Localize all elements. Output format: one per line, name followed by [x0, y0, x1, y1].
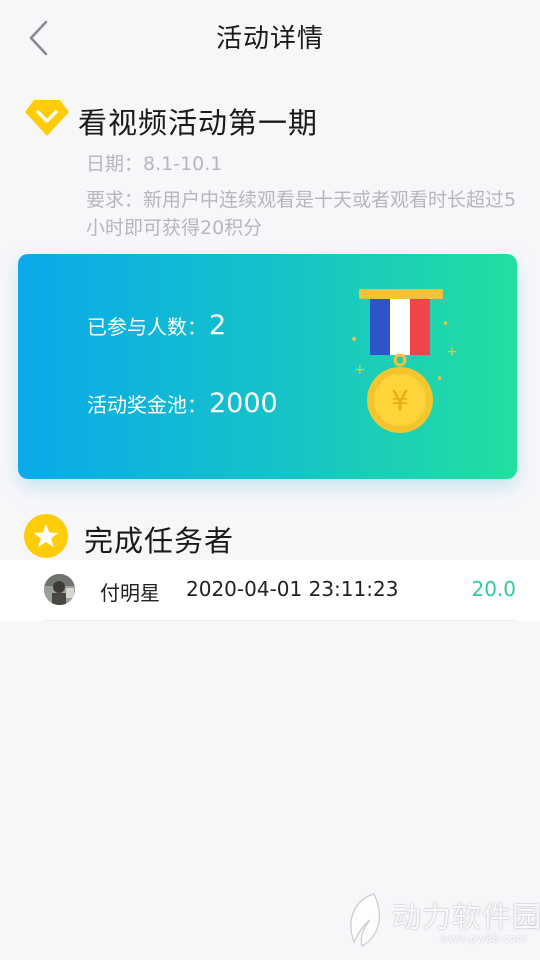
watermark-url: www.pw88.com — [440, 932, 527, 945]
finisher-name: 付明星 — [100, 581, 160, 605]
svg-text:+: + — [354, 362, 366, 378]
activity-title: 看视频活动第一期 — [78, 106, 319, 140]
yuan-symbol: ¥ — [391, 384, 409, 417]
finishers-title: 完成任务者 — [84, 524, 235, 558]
svg-text:+: + — [446, 344, 458, 360]
activity-date: 日期：8.1-10.1 — [86, 153, 223, 175]
page-title: 活动详情 — [215, 24, 324, 54]
medal-yuan-icon: ¥ • + • + • — [350, 289, 458, 433]
prize-pool-label: 活动奖金池： — [87, 393, 207, 417]
finishers-list: 付明星 2020-04-01 23:11:23 20.0 — [0, 560, 540, 621]
finisher-time: 2020-04-01 23:11:23 — [186, 577, 399, 601]
finisher-score: 20.0 — [471, 577, 516, 601]
svg-text:•: • — [350, 332, 358, 348]
prize-pool-row: 活动奖金池：2000 — [87, 388, 278, 419]
activity-requirement: 要求：新用户中连续观看是十天或者观看时长超过5小时即可获得20积分 — [86, 189, 517, 239]
finishers-heading: 完成任务者 — [24, 514, 424, 560]
star-icon — [24, 514, 68, 558]
top-bar: 活动详情 — [0, 0, 540, 74]
participants-row: 已参与人数：2 — [87, 310, 226, 341]
prize-pool-value: 2000 — [209, 388, 278, 419]
activity-heading: 看视频活动第一期 — [24, 96, 524, 142]
watermark-logo-icon — [350, 893, 380, 947]
participants-value: 2 — [209, 310, 227, 341]
svg-text:•: • — [436, 372, 443, 386]
participants-label: 已参与人数： — [87, 315, 207, 339]
diamond-chevron-icon — [25, 100, 69, 136]
watermark: 动力软件园 www.pw88.com — [344, 890, 540, 954]
stats-card: 已参与人数：2 活动奖金池：2000 ¥ • + • + • — [18, 254, 517, 479]
svg-text:•: • — [442, 317, 449, 331]
watermark-text: 动力软件园 — [392, 900, 540, 934]
avatar — [44, 574, 75, 605]
list-item[interactable]: 付明星 2020-04-01 23:11:23 20.0 — [44, 560, 516, 621]
